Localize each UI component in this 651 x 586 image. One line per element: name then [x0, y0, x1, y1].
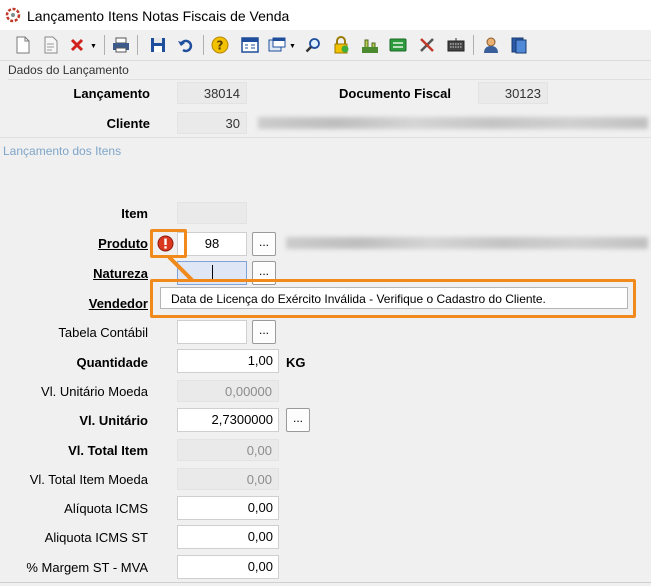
search-icon[interactable] — [302, 34, 324, 56]
undo-icon[interactable] — [174, 34, 196, 56]
help-icon[interactable]: ? — [209, 34, 231, 56]
quantidade-label: Quantidade — [76, 355, 148, 370]
calculator-icon[interactable] — [239, 34, 261, 56]
tabela-contabil-lookup-button[interactable]: ... — [252, 320, 276, 344]
cliente-label: Cliente — [106, 116, 150, 131]
documento-fiscal-label: Documento Fiscal — [339, 86, 451, 101]
quantidade-input[interactable]: 1,00 — [177, 349, 279, 373]
tooltip-highlight-box — [150, 279, 636, 318]
user-icon[interactable] — [480, 34, 502, 56]
svg-text:?: ? — [217, 39, 224, 53]
new-doc-icon[interactable] — [12, 34, 34, 56]
item-label: Item — [121, 206, 148, 221]
window-title: Lançamento Itens Notas Fiscais de Venda — [27, 8, 290, 24]
produto-label[interactable]: Produto — [0, 236, 148, 251]
margem-st-mva-label: % Margem ST - MVA — [26, 560, 148, 575]
vl-unitario-input[interactable]: 2,7300000 — [177, 408, 279, 432]
produto-lookup-button[interactable]: ... — [252, 232, 276, 256]
redacted-product-name — [286, 237, 648, 249]
save-icon[interactable] — [147, 34, 169, 56]
vl-unitario-lookup-button[interactable]: ... — [286, 408, 310, 432]
aliquota-icms-st-input[interactable]: 0,00 — [177, 525, 279, 549]
chevron-down-icon[interactable]: ▼ — [289, 43, 296, 50]
vl-total-item-field: 0,00 — [177, 439, 279, 461]
tabela-contabil-input[interactable] — [177, 320, 247, 344]
vendedor-label[interactable]: Vendedor — [0, 296, 148, 311]
produto-input[interactable]: 98 — [177, 232, 247, 256]
item-field — [177, 202, 247, 224]
documento-fiscal-field: 30123 — [478, 82, 548, 104]
aliquota-icms-input[interactable]: 0,00 — [177, 496, 279, 520]
title-bar: Lançamento Itens Notas Fiscais de Venda — [0, 0, 651, 30]
redacted-client-name — [258, 117, 648, 129]
highlight-connector — [167, 256, 194, 282]
aliquota-icms-label: Alíquota ICMS — [64, 501, 148, 516]
natureza-label[interactable]: Natureza — [0, 266, 148, 281]
money-icon[interactable] — [387, 34, 409, 56]
error-icon-highlight-box — [150, 229, 187, 258]
quantidade-unit: KG — [286, 355, 306, 370]
tree-icon[interactable] — [359, 34, 381, 56]
keyboard-icon[interactable] — [445, 34, 467, 56]
toolbar: ▼ ? ▼ — [0, 30, 651, 61]
lock-icon[interactable] — [330, 34, 352, 56]
book-icon[interactable] — [508, 34, 530, 56]
vl-total-item-label: Vl. Total Item — [68, 443, 148, 458]
app-icon — [5, 7, 21, 23]
lancamento-field: 38014 — [177, 82, 247, 104]
aliquota-icms-st-label: Aliquota ICMS ST — [44, 530, 148, 545]
window-icon[interactable] — [266, 34, 288, 56]
tools-icon[interactable] — [416, 34, 438, 56]
section-title-dados: Dados do Lançamento — [8, 63, 129, 77]
edit-doc-icon[interactable] — [40, 34, 62, 56]
lancamento-label: Lançamento — [73, 86, 150, 101]
vl-unitario-moeda-field: 0,00000 — [177, 380, 279, 402]
margem-st-mva-input[interactable]: 0,00 — [177, 555, 279, 579]
print-icon[interactable] — [110, 34, 132, 56]
vl-unitario-label: Vl. Unitário — [79, 413, 148, 428]
vl-unitario-moeda-label: Vl. Unitário Moeda — [41, 384, 148, 399]
vl-total-item-moeda-field: 0,00 — [177, 468, 279, 490]
tabela-contabil-label: Tabela Contábil — [58, 325, 148, 340]
chevron-down-icon[interactable]: ▼ — [90, 43, 97, 50]
section-title-itens: Lançamento dos Itens — [3, 144, 122, 158]
cliente-field: 30 — [177, 112, 247, 134]
delete-icon[interactable] — [66, 34, 88, 56]
vl-total-item-moeda-label: Vl. Total Item Moeda — [29, 472, 148, 487]
